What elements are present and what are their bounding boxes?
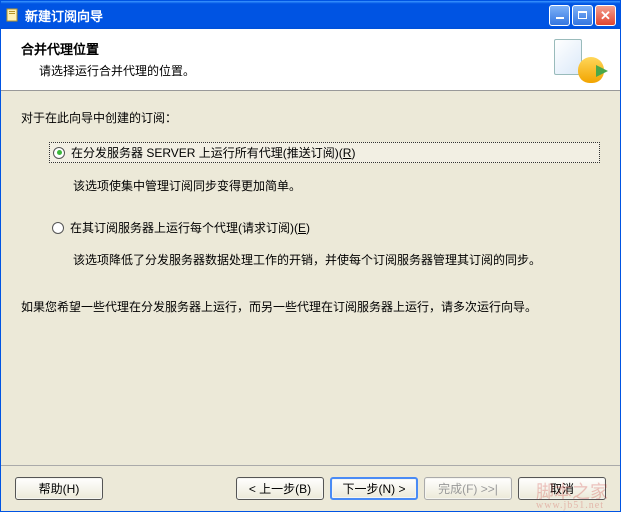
window-title: 新建订阅向导 (25, 6, 549, 25)
titlebar[interactable]: 新建订阅向导 ✕ (1, 1, 620, 29)
option-push: 在分发服务器 SERVER 上运行所有代理(推送订阅)(R) 该选项使集中管理订… (49, 142, 600, 194)
radio-pull-label: 在其订阅服务器上运行每个代理(请求订阅)(E) (70, 219, 310, 236)
finish-button: 完成(F) >>| (424, 477, 512, 500)
minimize-button[interactable] (549, 5, 570, 26)
back-button[interactable]: < 上一步(B) (236, 477, 324, 500)
wizard-footer: 帮助(H) < 上一步(B) 下一步(N) > 完成(F) >>| 取消 脚本之… (1, 465, 620, 511)
next-button[interactable]: 下一步(N) > (330, 477, 418, 500)
options-group: 在分发服务器 SERVER 上运行所有代理(推送订阅)(R) 该选项使集中管理订… (49, 142, 600, 268)
wizard-content: 对于在此向导中创建的订阅： 在分发服务器 SERVER 上运行所有代理(推送订阅… (1, 91, 620, 465)
window-controls: ✕ (549, 5, 616, 26)
radio-push[interactable] (53, 147, 65, 159)
radio-pull[interactable] (52, 222, 64, 234)
help-button[interactable]: 帮助(H) (15, 477, 103, 500)
option-pull-desc: 该选项降低了分发服务器数据处理工作的开销，并使每个订阅服务器管理其订阅的同步。 (73, 251, 600, 268)
radio-pull-row[interactable]: 在其订阅服务器上运行每个代理(请求订阅)(E) (49, 218, 600, 237)
page-title: 合并代理位置 (21, 39, 554, 58)
footer-note: 如果您希望一些代理在分发服务器上运行，而另一些代理在订阅服务器上运行，请多次运行… (21, 298, 600, 316)
app-icon (5, 7, 21, 23)
option-push-desc: 该选项使集中管理订阅同步变得更加简单。 (73, 177, 600, 194)
radio-push-row[interactable]: 在分发服务器 SERVER 上运行所有代理(推送订阅)(R) (49, 142, 600, 163)
watermark-sub: www.jb51.net (536, 501, 608, 511)
page-subtitle: 请选择运行合并代理的位置。 (39, 62, 554, 79)
wizard-window: 新建订阅向导 ✕ 合并代理位置 请选择运行合并代理的位置。 对于在此向导中创建的… (0, 0, 621, 512)
wizard-header: 合并代理位置 请选择运行合并代理的位置。 (1, 29, 620, 91)
close-button[interactable]: ✕ (595, 5, 616, 26)
cancel-button[interactable]: 取消 (518, 477, 606, 500)
maximize-button[interactable] (572, 5, 593, 26)
header-graphic-icon (554, 39, 604, 83)
option-pull: 在其订阅服务器上运行每个代理(请求订阅)(E) 该选项降低了分发服务器数据处理工… (49, 218, 600, 268)
radio-push-label: 在分发服务器 SERVER 上运行所有代理(推送订阅)(R) (71, 144, 355, 161)
intro-text: 对于在此向导中创建的订阅： (21, 109, 600, 126)
